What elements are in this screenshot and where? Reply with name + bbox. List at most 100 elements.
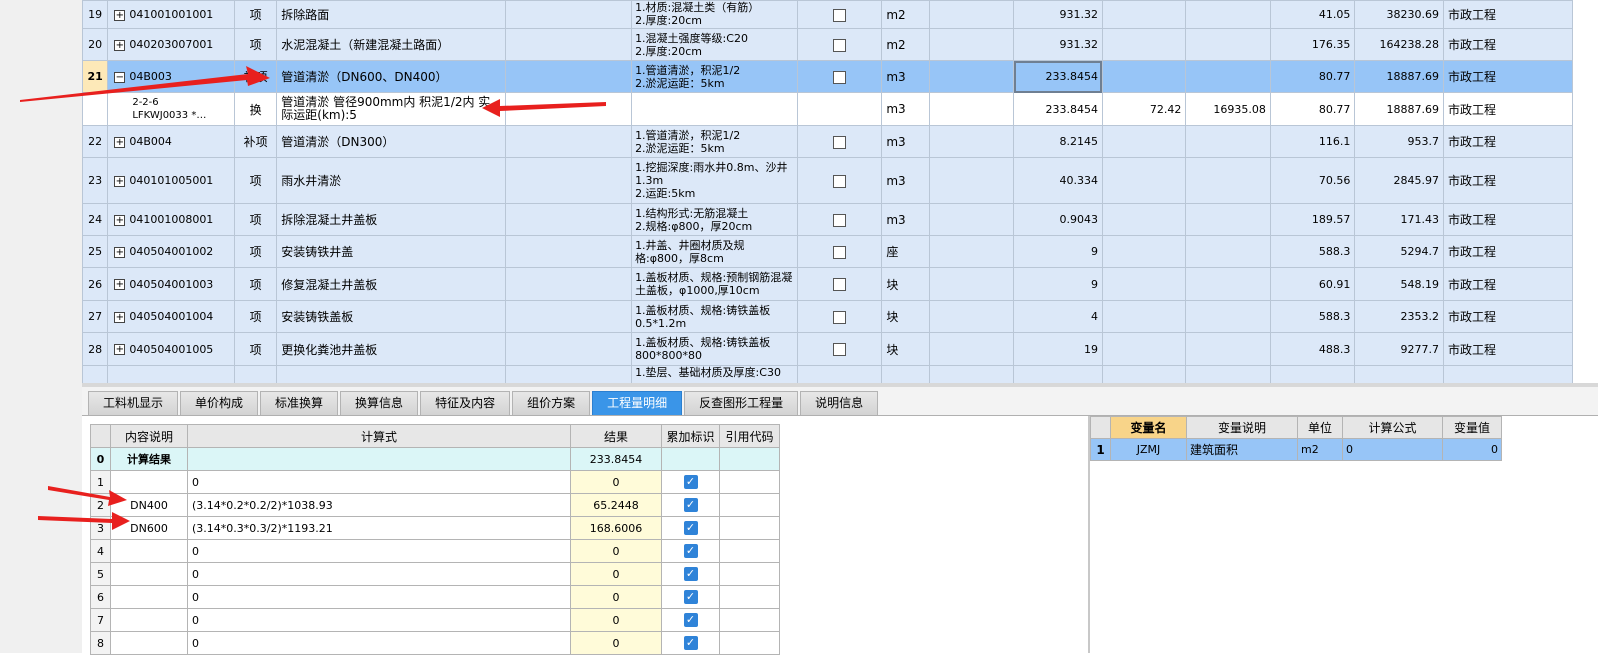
row-checkbox[interactable] xyxy=(833,174,847,188)
expand-icon[interactable]: + xyxy=(114,344,126,355)
calc-desc[interactable]: 计算结果 xyxy=(110,447,188,471)
table-row[interactable]: 22 +04B004 补项 管道清淤（DN300） 1.管道清淤，积泥1/2 2… xyxy=(82,125,1573,158)
calc-row[interactable]: 7 0 0 ✓ xyxy=(90,608,780,632)
ref-code-cell[interactable] xyxy=(719,562,780,586)
calc-desc[interactable] xyxy=(110,631,188,655)
blank-cell[interactable] xyxy=(928,267,1015,301)
tab-quantity-detail[interactable]: 工程量明细 xyxy=(592,391,683,415)
ref-code-cell[interactable] xyxy=(719,608,780,632)
calc-row[interactable]: 5 0 0 ✓ xyxy=(90,562,780,586)
table-row[interactable]: 20 +040203007001 项 水泥混凝土（新建混凝土路面） 1.混凝土强… xyxy=(82,28,1573,61)
row-checkbox[interactable] xyxy=(833,38,847,52)
var-formula[interactable]: 0 xyxy=(1342,438,1443,461)
row-checkbox[interactable] xyxy=(833,310,847,324)
item-quantity[interactable]: 0.9043 xyxy=(1013,203,1103,236)
tab-standard-conversion[interactable]: 标准换算 xyxy=(260,391,339,415)
item-feature[interactable]: 1.管道清淤，积泥1/2 2.淤泥运距：5km xyxy=(631,60,798,93)
blank-cell[interactable] xyxy=(505,28,633,61)
calc-formula[interactable]: (3.14*0.2*0.2/2)*1038.93 xyxy=(187,493,571,517)
table-row[interactable]: 27 +040504001004 项 安装铸铁盖板 1.盖板材质、规格:铸铁盖板… xyxy=(82,300,1573,333)
expand-icon[interactable]: + xyxy=(114,175,126,187)
accumulate-checkbox[interactable]: ✓ xyxy=(683,498,698,512)
row-checkbox[interactable] xyxy=(833,135,847,149)
calc-row[interactable]: 1 0 0 ✓ xyxy=(90,470,780,494)
blank-cell[interactable] xyxy=(505,203,633,236)
blank-cell[interactable] xyxy=(928,0,1015,29)
blank-cell[interactable] xyxy=(505,60,633,93)
blank-cell[interactable] xyxy=(928,125,1015,158)
item-name[interactable]: 拆除混凝土井盖板 xyxy=(276,203,507,236)
blank-cell[interactable] xyxy=(505,332,633,366)
blank-cell[interactable] xyxy=(928,60,1015,93)
item-feature[interactable]: 1.混凝土强度等级:C20 2.厚度:20cm xyxy=(631,28,798,61)
item-quantity[interactable]: 931.32 xyxy=(1013,28,1103,61)
accumulate-checkbox[interactable]: ✓ xyxy=(683,567,698,581)
item-quantity[interactable]: 8.2145 xyxy=(1013,125,1103,158)
expand-icon[interactable]: + xyxy=(114,279,126,290)
item-quantity[interactable]: 9 xyxy=(1013,267,1103,301)
expand-icon[interactable]: + xyxy=(114,9,126,21)
calc-desc[interactable] xyxy=(110,585,188,609)
blank-cell[interactable] xyxy=(928,365,1015,383)
table-row[interactable]: 1.垫层、基础材质及厚度:C30 xyxy=(82,365,1573,383)
item-quantity-selected[interactable]: 233.8454 xyxy=(1013,60,1103,93)
calc-row[interactable]: 8 0 0 ✓ xyxy=(90,631,780,655)
item-name[interactable]: 管道清淤（DN600、DN400） xyxy=(276,60,507,93)
item-name[interactable]: 雨水井清淤 xyxy=(276,157,507,204)
calc-desc[interactable]: DN600 xyxy=(110,516,188,540)
ref-code-cell[interactable] xyxy=(719,539,780,563)
blank-cell[interactable] xyxy=(505,365,633,383)
tab-notes[interactable]: 说明信息 xyxy=(800,391,879,415)
row-checkbox[interactable] xyxy=(833,343,847,356)
item-feature[interactable]: 1.盖板材质、规格:预制钢筋混凝土盖板，φ1000,厚10cm xyxy=(631,267,798,301)
blank-cell[interactable] xyxy=(505,267,633,301)
row-checkbox[interactable] xyxy=(833,70,847,84)
calc-desc[interactable] xyxy=(110,470,188,494)
var-unit[interactable]: m2 xyxy=(1297,438,1343,461)
expand-icon[interactable]: + xyxy=(114,214,126,226)
calc-desc[interactable]: DN400 xyxy=(110,493,188,517)
ref-code-cell[interactable] xyxy=(719,470,780,494)
item-feature[interactable]: 1.垫层、基础材质及厚度:C30 xyxy=(631,365,798,383)
calc-formula[interactable]: 0 xyxy=(187,608,571,632)
blank-cell[interactable] xyxy=(505,235,633,268)
calc-desc[interactable] xyxy=(110,562,188,586)
item-name[interactable]: 拆除路面 xyxy=(276,0,507,29)
table-row[interactable]: 19 +041001001001 项 拆除路面 1.材质:混凝土类（有筋） 2.… xyxy=(82,0,1573,29)
calc-row[interactable]: 4 0 0 ✓ xyxy=(90,539,780,563)
blank-cell[interactable] xyxy=(505,0,633,29)
tab-conversion-info[interactable]: 换算信息 xyxy=(340,391,419,415)
item-quantity[interactable]: 19 xyxy=(1013,332,1103,366)
ref-code-cell[interactable] xyxy=(719,493,780,517)
item-feature[interactable]: 1.结构形式:无筋混凝土 2.规格:φ800，厚20cm xyxy=(631,203,798,236)
blank-cell[interactable] xyxy=(928,92,1015,126)
expand-icon[interactable]: + xyxy=(114,136,126,148)
row-checkbox[interactable] xyxy=(833,8,847,22)
calc-formula[interactable]: (3.14*0.3*0.3/2)*1193.21 xyxy=(187,516,571,540)
item-quantity[interactable]: 931.32 xyxy=(1013,0,1103,29)
calc-formula[interactable] xyxy=(187,447,571,471)
blank-cell[interactable] xyxy=(928,157,1015,204)
blank-cell[interactable] xyxy=(928,300,1015,333)
blank-cell[interactable] xyxy=(505,125,633,158)
row-checkbox[interactable] xyxy=(833,278,847,291)
item-name[interactable]: 安装铸铁井盖 xyxy=(276,235,507,268)
item-feature[interactable] xyxy=(631,92,798,126)
row-checkbox[interactable] xyxy=(833,245,847,259)
table-row[interactable]: 26 +040504001003 项 修复混凝土井盖板 1.盖板材质、规格:预制… xyxy=(82,267,1573,301)
blank-cell[interactable] xyxy=(928,235,1015,268)
calc-formula[interactable]: 0 xyxy=(187,631,571,655)
collapse-icon[interactable]: − xyxy=(114,71,126,83)
item-name[interactable]: 管道清淤 管径900mm内 积泥1/2内 实际运距(km):5 xyxy=(281,96,501,122)
item-name[interactable] xyxy=(276,365,507,383)
blank-cell[interactable] xyxy=(505,300,633,333)
accumulate-checkbox[interactable]: ✓ xyxy=(683,590,698,604)
var-name[interactable]: JZMJ xyxy=(1110,438,1187,461)
expand-icon[interactable]: + xyxy=(114,246,126,258)
tab-material-display[interactable]: 工料机显示 xyxy=(88,391,179,415)
ref-code-cell[interactable] xyxy=(719,585,780,609)
calc-total-row[interactable]: 0 计算结果 233.8454 xyxy=(90,447,780,471)
calc-formula[interactable]: 0 xyxy=(187,470,571,494)
calc-formula[interactable]: 0 xyxy=(187,539,571,563)
expand-icon[interactable]: + xyxy=(114,39,126,51)
